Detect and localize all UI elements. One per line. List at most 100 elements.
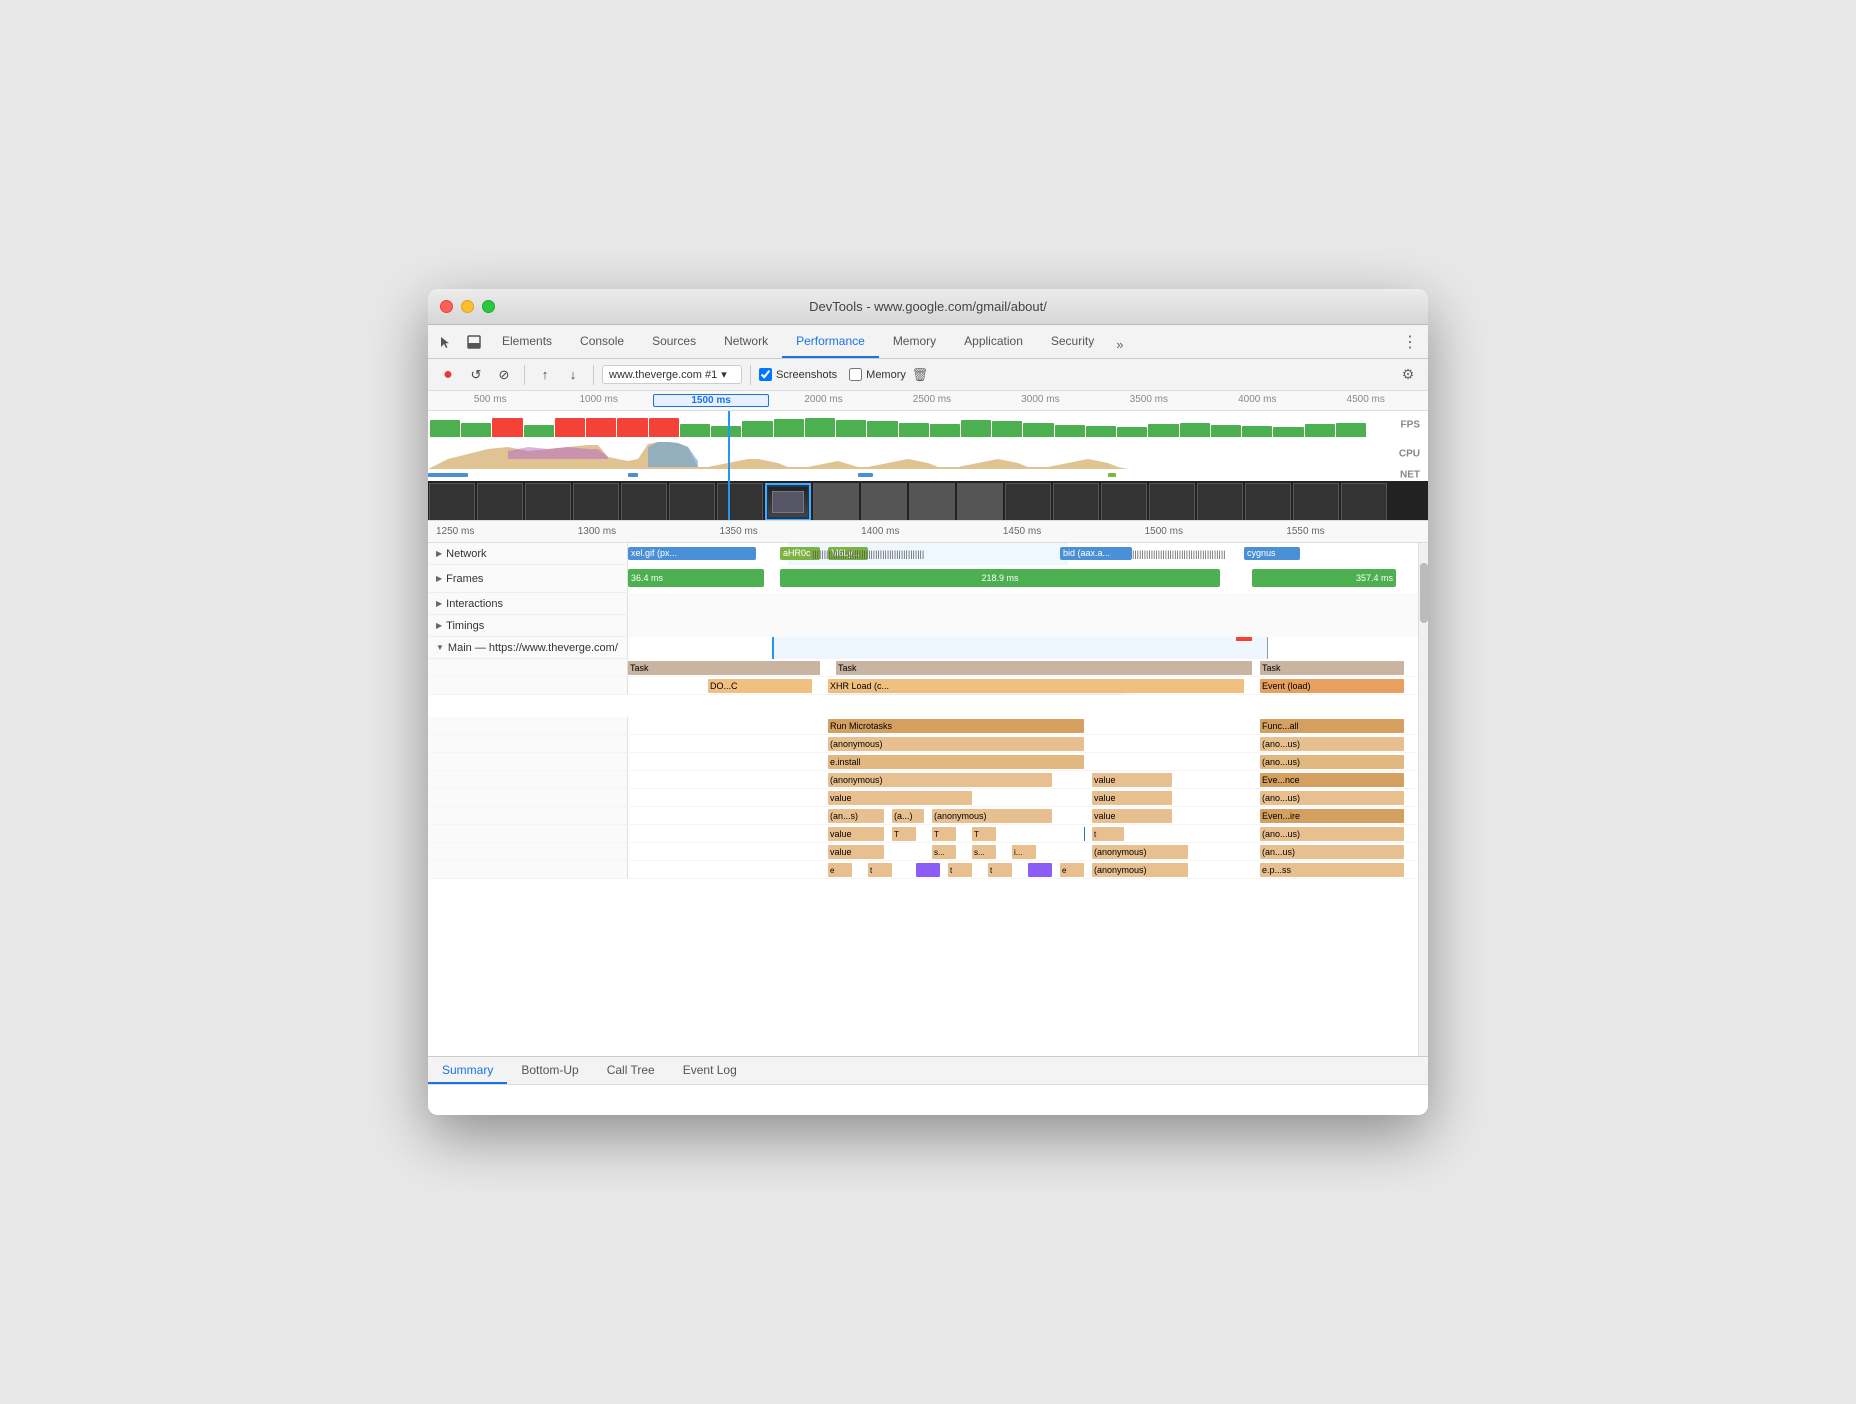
clear-recording-button[interactable]: 🗑 [910,365,930,385]
record-button[interactable]: ● [436,363,460,387]
task-block[interactable]: e [1060,863,1084,877]
screenshot-thumb[interactable] [957,483,1003,521]
screenshot-thumb[interactable] [573,483,619,521]
task-block-selected[interactable]: Task [836,661,1252,675]
task-block[interactable]: s... [932,845,956,859]
window-controls[interactable] [440,300,495,313]
task-block[interactable]: value [828,791,972,805]
tab-memory[interactable]: Memory [879,325,950,358]
task-block[interactable]: Even...ire [1260,809,1404,823]
screenshots-checkbox[interactable] [759,368,772,381]
task-block[interactable]: (anonymous) [828,737,1084,751]
screenshot-thumb[interactable] [1293,483,1339,521]
task-block[interactable]: e.p...ss [1260,863,1404,877]
screenshot-thumb[interactable] [909,483,955,521]
task-block-xhr[interactable]: XHR Load (c... [828,679,1244,693]
screenshots-checkbox-label[interactable]: Screenshots [759,368,837,381]
memory-checkbox-label[interactable]: Memory [849,368,906,381]
frames-track-label[interactable]: ▶ Frames [428,565,628,592]
screenshot-thumb-selected[interactable] [765,483,811,521]
task-block[interactable]: i... [1012,845,1036,859]
tab-performance[interactable]: Performance [782,325,879,358]
task-block[interactable]: (ano...us) [1260,791,1404,805]
screenshot-thumb[interactable] [1101,483,1147,521]
task-block[interactable]: (an...s) [828,809,884,823]
vertical-scrollbar[interactable] [1418,543,1428,1056]
download-button[interactable]: ↓ [561,363,585,387]
screenshot-thumb[interactable] [1341,483,1387,521]
dock-icon[interactable] [460,328,488,356]
screenshot-thumb[interactable] [1053,483,1099,521]
task-block[interactable]: Run Microtasks [828,719,1084,733]
clear-button[interactable]: ⊘ [492,363,516,387]
frame-item[interactable]: 36.4 ms [628,569,764,587]
tab-console[interactable]: Console [566,325,638,358]
task-block[interactable]: (anonymous) [1092,863,1188,877]
tab-security[interactable]: Security [1037,325,1108,358]
task-block[interactable]: (ano...us) [1260,827,1404,841]
bottom-tab-eventlog[interactable]: Event Log [669,1057,751,1084]
reload-button[interactable]: ↺ [464,363,488,387]
tab-more[interactable]: » [1108,331,1131,358]
network-item[interactable]: cygnus [1244,547,1300,560]
main-track-label[interactable]: ▼ Main — https://www.theverge.com/ [428,637,628,658]
screenshot-thumb[interactable] [669,483,715,521]
task-block[interactable]: (anonymous) [1092,845,1188,859]
task-block[interactable]: value [828,845,884,859]
tab-menu-icon[interactable]: ⋮ [1396,328,1424,356]
close-button[interactable] [440,300,453,313]
task-block[interactable]: t [1092,827,1124,841]
task-block-event[interactable]: Event (load) [1260,679,1404,693]
task-block[interactable]: Task [1260,661,1404,675]
task-block[interactable]: t [868,863,892,877]
task-block[interactable]: s... [972,845,996,859]
task-block[interactable]: t [988,863,1012,877]
screenshot-thumb[interactable] [1197,483,1243,521]
frame-item[interactable]: 218.9 ms [780,569,1220,587]
settings-button[interactable]: ⚙ [1396,363,1420,387]
bottom-tab-calltree[interactable]: Call Tree [593,1057,669,1084]
screenshot-thumb[interactable] [1245,483,1291,521]
screenshot-thumb[interactable] [861,483,907,521]
task-block[interactable]: value [1092,791,1172,805]
maximize-button[interactable] [482,300,495,313]
task-block[interactable]: Func...all [1260,719,1404,733]
task-block[interactable]: (anonymous) [828,773,1052,787]
task-block[interactable]: e.install [828,755,1084,769]
task-block[interactable]: (an...us) [1260,845,1404,859]
task-block[interactable]: T [892,827,916,841]
task-block[interactable]: t [948,863,972,877]
network-track-label[interactable]: ▶ Network [428,543,628,564]
screenshot-thumb[interactable] [813,483,859,521]
upload-button[interactable]: ↑ [533,363,557,387]
task-block[interactable]: value [828,827,884,841]
screenshot-thumb[interactable] [1149,483,1195,521]
scrollbar-thumb[interactable] [1420,563,1428,623]
screenshot-thumb[interactable] [525,483,571,521]
memory-checkbox[interactable] [849,368,862,381]
screenshot-thumb[interactable] [717,483,763,521]
task-block[interactable]: (a...) [892,809,924,823]
timings-track-label[interactable]: ▶ Timings [428,615,628,636]
tab-application[interactable]: Application [950,325,1037,358]
bottom-tab-summary[interactable]: Summary [428,1057,507,1084]
tab-elements[interactable]: Elements [488,325,566,358]
frame-item[interactable]: 357.4 ms [1252,569,1396,587]
task-block[interactable]: Eve...nce [1260,773,1404,787]
screenshot-thumb[interactable] [477,483,523,521]
task-block-purple-2[interactable] [1028,863,1052,877]
task-block[interactable]: e [828,863,852,877]
bottom-tab-bottomup[interactable]: Bottom-Up [507,1057,592,1084]
task-block[interactable]: (ano...us) [1260,737,1404,751]
task-block[interactable]: value [1092,773,1172,787]
url-selector[interactable]: www.theverge.com #1 ▾ [602,365,742,384]
tab-network[interactable]: Network [710,325,782,358]
task-block[interactable]: (ano...us) [1260,755,1404,769]
task-block[interactable]: T [972,827,996,841]
task-block-doc[interactable]: DO...C [708,679,812,693]
task-block[interactable]: T [932,827,956,841]
minimize-button[interactable] [461,300,474,313]
cursor-icon[interactable] [432,328,460,356]
interactions-track-label[interactable]: ▶ Interactions [428,593,628,614]
screenshot-thumb[interactable] [621,483,667,521]
